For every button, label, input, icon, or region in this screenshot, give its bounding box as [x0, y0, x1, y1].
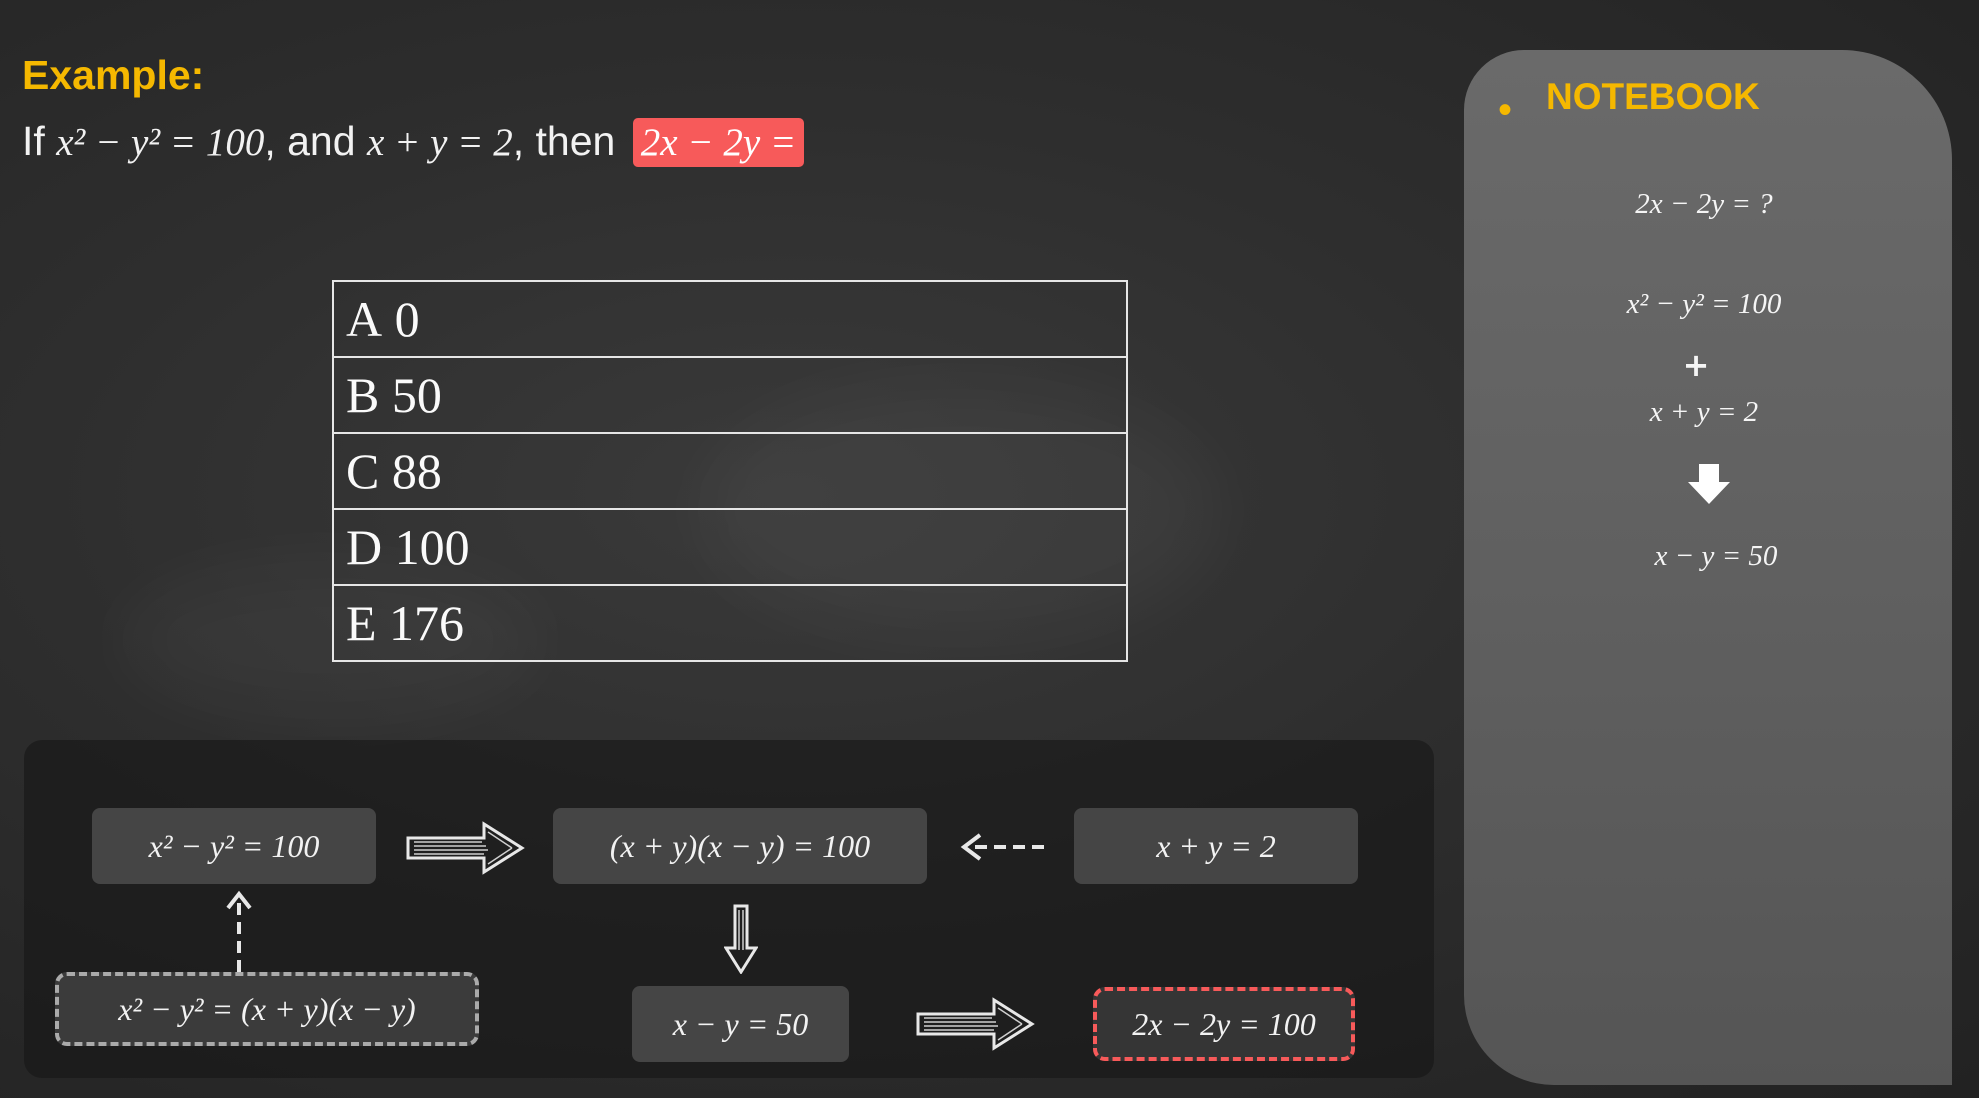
choice-a[interactable]: A 0 — [334, 282, 1126, 358]
choice-value: 50 — [391, 367, 442, 423]
choice-letter: E — [346, 595, 377, 651]
example-label: Example: — [22, 52, 205, 98]
difference-of-squares-box: x² − y² = 100 — [92, 808, 376, 884]
choice-c[interactable]: C 88 — [334, 434, 1126, 510]
question-equation-1: x² − y² = 100 — [56, 121, 265, 164]
choice-letter: B — [346, 367, 380, 423]
plus-icon: + — [1682, 346, 1710, 384]
notebook-equation-1: x² − y² = 100 — [1626, 288, 1782, 320]
solution-diagram: x² − y² = 100 (x + y)(x − y) = 100 x + y… — [24, 740, 1434, 1078]
question-prefix: If — [22, 118, 45, 164]
question-equation-2: x + y = 2 — [366, 121, 513, 164]
sum-equation-box: x + y = 2 — [1074, 808, 1358, 884]
arrow-down-icon — [1688, 464, 1730, 504]
choice-d[interactable]: D 100 — [334, 510, 1126, 586]
identity-box: x² − y² = (x + y)(x − y) — [55, 972, 479, 1046]
arrow-right-icon — [406, 821, 525, 875]
arrow-down-icon — [724, 904, 758, 974]
final-answer-box: 2x − 2y = 100 — [1093, 987, 1355, 1061]
choice-letter: C — [346, 443, 380, 499]
factored-equation-box: (x + y)(x − y) = 100 — [553, 808, 927, 884]
question-then: , then — [512, 118, 616, 164]
notebook-equation-2: x + y = 2 — [1649, 396, 1759, 428]
question-and: , and — [264, 118, 356, 164]
notebook-result: x − y = 50 — [1654, 540, 1778, 572]
choice-value: 176 — [389, 595, 465, 651]
question-text: If x² − y² = 100, and x + y = 2, then 2x… — [22, 118, 805, 167]
bullet-icon: • — [1498, 88, 1513, 132]
notebook-panel: • NOTEBOOK 2x − 2y = ? x² − y² = 100 + x… — [1464, 50, 1952, 1085]
choice-letter: D — [346, 519, 383, 575]
choice-e[interactable]: E 176 — [334, 586, 1126, 660]
difference-result-box: x − y = 50 — [632, 986, 849, 1062]
arrow-up-dashed-icon — [226, 890, 252, 972]
choice-value: 100 — [394, 519, 470, 575]
choice-b[interactable]: B 50 — [334, 358, 1126, 434]
notebook-title: NOTEBOOK — [1546, 76, 1760, 117]
choice-value: 88 — [391, 443, 442, 499]
question-highlight: 2x − 2y = — [632, 118, 805, 167]
notebook-goal: 2x − 2y = ? — [1635, 188, 1773, 220]
arrow-left-dashed-icon — [960, 833, 1044, 861]
answer-choices: A 0 B 50 C 88 D 100 E 176 — [332, 280, 1128, 662]
choice-value: 0 — [394, 291, 420, 347]
arrow-right-icon — [916, 997, 1035, 1051]
choice-letter: A — [346, 291, 383, 347]
